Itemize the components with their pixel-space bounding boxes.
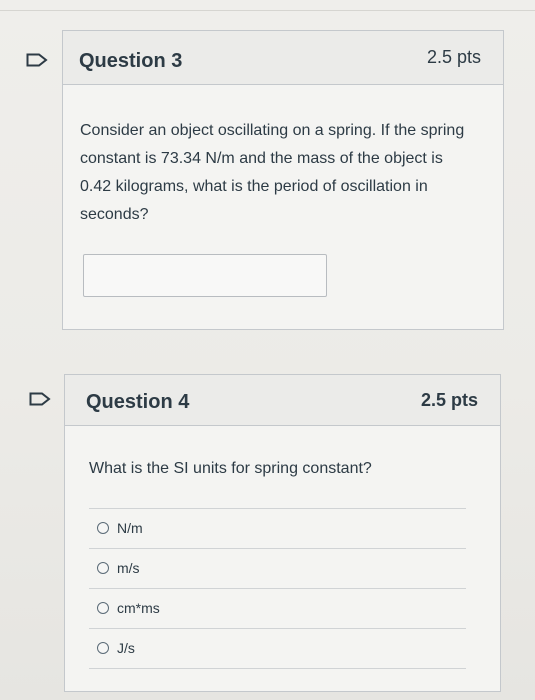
question-title: Question 3 <box>79 50 183 72</box>
question-text: What is the SI units for spring constant… <box>89 460 372 477</box>
radio-unselected-icon[interactable] <box>97 562 109 574</box>
answer-option[interactable]: N/m <box>89 508 466 548</box>
option-label[interactable]: cm*ms <box>117 600 160 616</box>
question-3-card: Question 3 2.5 pts Consider an object os… <box>62 30 504 330</box>
question-3-header: Question 3 2.5 pts <box>63 31 503 85</box>
question-title: Question 4 <box>86 391 190 413</box>
radio-unselected-icon[interactable] <box>97 602 109 614</box>
question-4-card: Question 4 2.5 pts What is the SI units … <box>64 374 501 692</box>
answer-option[interactable]: J/s <box>89 628 466 668</box>
answer-input[interactable] <box>83 254 327 297</box>
radio-unselected-icon[interactable] <box>97 642 109 654</box>
question-4-header: Question 4 2.5 pts <box>65 375 500 426</box>
option-label[interactable]: N/m <box>117 520 143 536</box>
question-text: Consider an object oscillating on a spri… <box>80 122 465 223</box>
radio-unselected-icon[interactable] <box>97 522 109 534</box>
options-bottom-divider <box>89 668 466 669</box>
question-points: 2.5 pts <box>426 47 481 67</box>
question-points: 2.5 pts <box>420 390 478 410</box>
option-label[interactable]: J/s <box>117 640 135 656</box>
flag-question-icon[interactable] <box>26 53 48 67</box>
page-top-divider <box>0 10 535 11</box>
flag-question-icon[interactable] <box>29 392 51 406</box>
answer-option[interactable]: m/s <box>89 548 466 588</box>
option-label[interactable]: m/s <box>117 560 140 576</box>
answer-option[interactable]: cm*ms <box>89 588 466 628</box>
